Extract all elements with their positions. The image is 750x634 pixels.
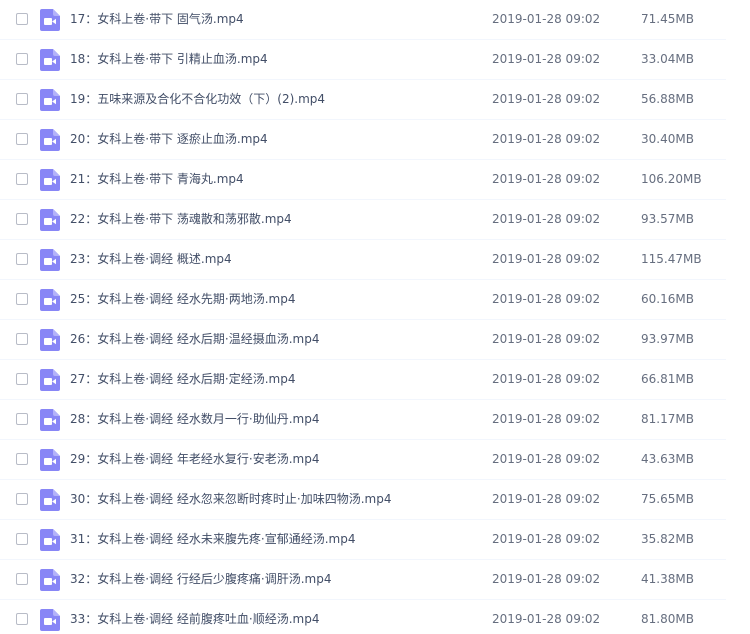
file-modified-date: 2019-01-28 09:02 (492, 12, 601, 26)
file-size: 93.97MB (641, 332, 694, 346)
file-row[interactable]: 18：女科上卷·带下 引精止血汤.mp4 2019-01-28 09:02 33… (0, 40, 726, 80)
row-checkbox[interactable] (16, 253, 28, 265)
video-file-icon (40, 289, 60, 311)
video-file-icon (40, 489, 60, 511)
row-checkbox[interactable] (16, 293, 28, 305)
file-modified-date: 2019-01-28 09:02 (492, 212, 601, 226)
file-size: 41.38MB (641, 572, 694, 586)
file-size: 33.04MB (641, 52, 694, 66)
file-row[interactable]: 25：女科上卷·调经 经水先期·两地汤.mp4 2019-01-28 09:02… (0, 280, 726, 320)
file-name[interactable]: 33：女科上卷·调经 经前腹疼吐血·顺经汤.mp4 (70, 600, 319, 634)
file-row[interactable]: 32：女科上卷·调经 行经后少腹疼痛·调肝汤.mp4 2019-01-28 09… (0, 560, 726, 600)
file-row[interactable]: 31：女科上卷·调经 经水未来腹先疼·宣郁通经汤.mp4 2019-01-28 … (0, 520, 726, 560)
file-name[interactable]: 18：女科上卷·带下 引精止血汤.mp4 (70, 40, 268, 78)
file-name[interactable]: 20：女科上卷·带下 逐瘀止血汤.mp4 (70, 120, 268, 158)
file-size: 75.65MB (641, 492, 694, 506)
file-modified-date: 2019-01-28 09:02 (492, 492, 601, 506)
file-modified-date: 2019-01-28 09:02 (492, 452, 601, 466)
row-checkbox[interactable] (16, 493, 28, 505)
file-name[interactable]: 17：女科上卷·带下 固气汤.mp4 (70, 0, 244, 38)
file-size: 30.40MB (641, 132, 694, 146)
video-file-icon (40, 529, 60, 551)
file-size: 66.81MB (641, 372, 694, 386)
row-checkbox[interactable] (16, 133, 28, 145)
file-name[interactable]: 29：女科上卷·调经 年老经水复行·安老汤.mp4 (70, 440, 319, 478)
file-modified-date: 2019-01-28 09:02 (492, 252, 601, 266)
file-size: 56.88MB (641, 92, 694, 106)
file-modified-date: 2019-01-28 09:02 (492, 172, 601, 186)
file-size: 43.63MB (641, 452, 694, 466)
file-name[interactable]: 27：女科上卷·调经 经水后期·定经汤.mp4 (70, 360, 295, 398)
file-modified-date: 2019-01-28 09:02 (492, 52, 601, 66)
video-file-icon (40, 89, 60, 111)
file-modified-date: 2019-01-28 09:02 (492, 412, 601, 426)
video-file-icon (40, 609, 60, 631)
file-name[interactable]: 28：女科上卷·调经 经水数月一行·助仙丹.mp4 (70, 400, 319, 438)
file-name[interactable]: 23：女科上卷·调经 概述.mp4 (70, 240, 232, 278)
file-size: 115.47MB (641, 252, 702, 266)
row-checkbox[interactable] (16, 213, 28, 225)
row-checkbox[interactable] (16, 173, 28, 185)
file-modified-date: 2019-01-28 09:02 (492, 532, 601, 546)
row-checkbox[interactable] (16, 333, 28, 345)
row-checkbox[interactable] (16, 453, 28, 465)
file-row[interactable]: 17：女科上卷·带下 固气汤.mp4 2019-01-28 09:02 71.4… (0, 0, 726, 40)
video-file-icon (40, 409, 60, 431)
file-size: 106.20MB (641, 172, 702, 186)
file-name[interactable]: 26：女科上卷·调经 经水后期·温经摄血汤.mp4 (70, 320, 319, 358)
file-size: 81.17MB (641, 412, 694, 426)
file-row[interactable]: 23：女科上卷·调经 概述.mp4 2019-01-28 09:02 115.4… (0, 240, 726, 280)
file-modified-date: 2019-01-28 09:02 (492, 372, 601, 386)
row-checkbox[interactable] (16, 413, 28, 425)
file-modified-date: 2019-01-28 09:02 (492, 572, 601, 586)
file-modified-date: 2019-01-28 09:02 (492, 92, 601, 106)
video-file-icon (40, 169, 60, 191)
row-checkbox[interactable] (16, 533, 28, 545)
file-size: 35.82MB (641, 532, 694, 546)
file-size: 93.57MB (641, 212, 694, 226)
file-row[interactable]: 22：女科上卷·带下 荡魂散和荡邪散.mp4 2019-01-28 09:02 … (0, 200, 726, 240)
file-modified-date: 2019-01-28 09:02 (492, 132, 601, 146)
file-name[interactable]: 32：女科上卷·调经 行经后少腹疼痛·调肝汤.mp4 (70, 560, 331, 598)
file-name[interactable]: 25：女科上卷·调经 经水先期·两地汤.mp4 (70, 280, 295, 318)
file-row[interactable]: 27：女科上卷·调经 经水后期·定经汤.mp4 2019-01-28 09:02… (0, 360, 726, 400)
video-file-icon (40, 569, 60, 591)
video-file-icon (40, 9, 60, 31)
video-file-icon (40, 209, 60, 231)
row-checkbox[interactable] (16, 13, 28, 25)
file-size: 60.16MB (641, 292, 694, 306)
file-row[interactable]: 30：女科上卷·调经 经水忽来忽断时疼时止·加味四物汤.mp4 2019-01-… (0, 480, 726, 520)
file-size: 71.45MB (641, 12, 694, 26)
row-checkbox[interactable] (16, 573, 28, 585)
file-row[interactable]: 21：女科上卷·带下 青海丸.mp4 2019-01-28 09:02 106.… (0, 160, 726, 200)
file-name[interactable]: 22：女科上卷·带下 荡魂散和荡邪散.mp4 (70, 200, 292, 238)
row-checkbox[interactable] (16, 613, 28, 625)
file-size: 81.80MB (641, 612, 694, 626)
file-name[interactable]: 31：女科上卷·调经 经水未来腹先疼·宣郁通经汤.mp4 (70, 520, 355, 558)
file-name[interactable]: 21：女科上卷·带下 青海丸.mp4 (70, 160, 244, 198)
video-file-icon (40, 49, 60, 71)
file-row[interactable]: 28：女科上卷·调经 经水数月一行·助仙丹.mp4 2019-01-28 09:… (0, 400, 726, 440)
file-row[interactable]: 26：女科上卷·调经 经水后期·温经摄血汤.mp4 2019-01-28 09:… (0, 320, 726, 360)
video-file-icon (40, 129, 60, 151)
file-name[interactable]: 30：女科上卷·调经 经水忽来忽断时疼时止·加味四物汤.mp4 (70, 480, 391, 518)
file-modified-date: 2019-01-28 09:02 (492, 292, 601, 306)
file-row[interactable]: 29：女科上卷·调经 年老经水复行·安老汤.mp4 2019-01-28 09:… (0, 440, 726, 480)
file-row[interactable]: 20：女科上卷·带下 逐瘀止血汤.mp4 2019-01-28 09:02 30… (0, 120, 726, 160)
file-rows: 17：女科上卷·带下 固气汤.mp4 2019-01-28 09:02 71.4… (0, 0, 726, 634)
file-row[interactable]: 19：五味来源及合化不合化功效（下）(2).mp4 2019-01-28 09:… (0, 80, 726, 120)
file-modified-date: 2019-01-28 09:02 (492, 612, 601, 626)
row-checkbox[interactable] (16, 53, 28, 65)
video-file-icon (40, 249, 60, 271)
video-file-icon (40, 449, 60, 471)
file-modified-date: 2019-01-28 09:02 (492, 332, 601, 346)
row-checkbox[interactable] (16, 373, 28, 385)
video-file-icon (40, 369, 60, 391)
video-file-icon (40, 329, 60, 351)
file-list: 17：女科上卷·带下 固气汤.mp4 2019-01-28 09:02 71.4… (0, 0, 726, 634)
file-row[interactable]: 33：女科上卷·调经 经前腹疼吐血·顺经汤.mp4 2019-01-28 09:… (0, 600, 726, 634)
file-name[interactable]: 19：五味来源及合化不合化功效（下）(2).mp4 (70, 80, 325, 118)
row-checkbox[interactable] (16, 93, 28, 105)
